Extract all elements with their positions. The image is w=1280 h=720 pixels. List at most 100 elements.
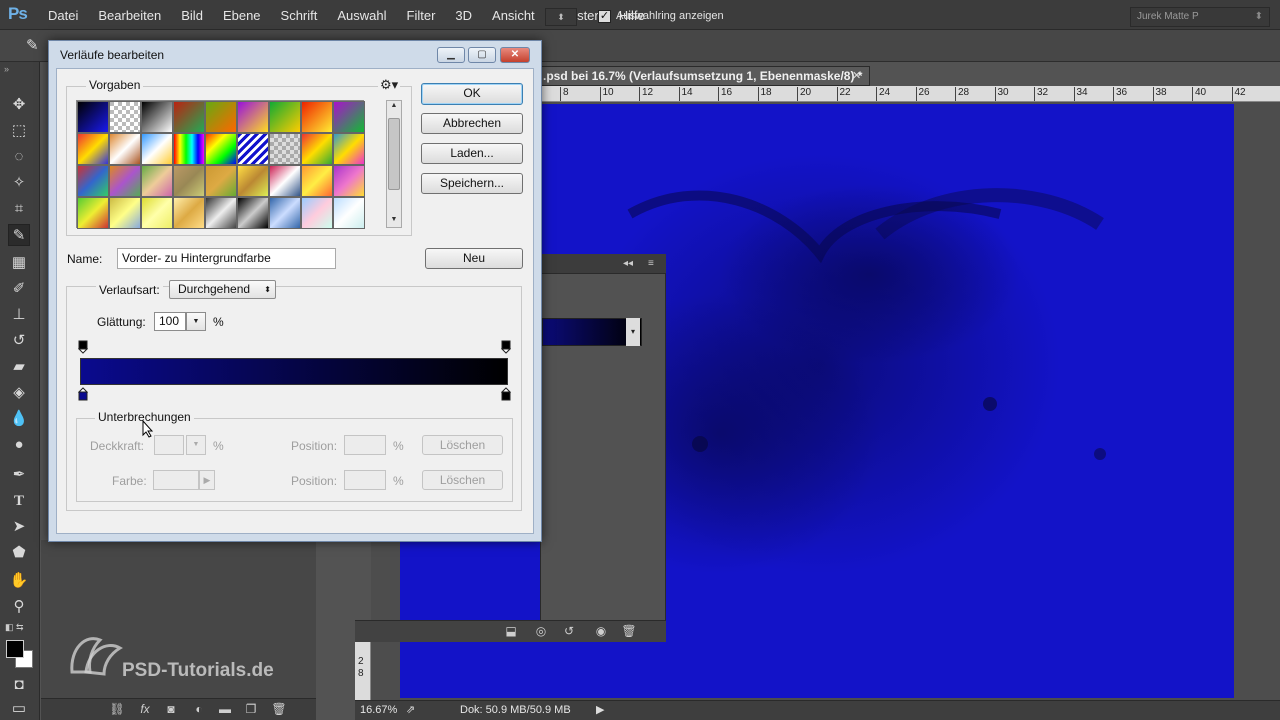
status-menu-arrow-icon[interactable]: ▶ — [596, 703, 604, 716]
default-colors-icon[interactable]: ◧ ⇆ — [5, 622, 24, 633]
load-button[interactable]: Laden... — [421, 143, 523, 164]
color-stop-right[interactable] — [501, 387, 511, 401]
color-stop-left[interactable] — [78, 387, 88, 401]
menu-ebene[interactable]: Ebene — [223, 8, 261, 23]
workspace-select[interactable]: Jurek Matte P ⬍ — [1130, 7, 1270, 27]
stop-color-swatch[interactable] — [153, 470, 199, 490]
healing-tool-icon[interactable]: ▦ — [8, 252, 30, 274]
cancel-button[interactable]: Abbrechen — [421, 113, 523, 134]
show-ring-checkbox[interactable]: ✓ — [598, 10, 611, 23]
menu-filter[interactable]: Filter — [407, 8, 436, 23]
scrollbar-thumb[interactable] — [388, 118, 400, 190]
preset-swatch[interactable] — [173, 165, 205, 197]
share-icon[interactable]: ⇗ — [406, 703, 415, 716]
menu-bearbeiten[interactable]: Bearbeiten — [98, 8, 161, 23]
preset-swatch[interactable] — [333, 197, 365, 229]
preset-swatch[interactable] — [141, 197, 173, 229]
collapse-panel-icon[interactable]: ◂◂ — [623, 258, 633, 269]
name-field[interactable]: Vorder- zu Hintergrundfarbe — [117, 248, 336, 269]
add-mask-icon[interactable]: ◙ — [162, 700, 180, 718]
gradient-preview-bar[interactable] — [80, 358, 508, 385]
menu-3d[interactable]: 3D — [455, 8, 472, 23]
preset-swatch[interactable] — [269, 101, 301, 133]
new-layer-icon[interactable]: ❐ — [242, 700, 260, 718]
eraser-tool-icon[interactable]: ▰ — [8, 356, 30, 378]
opacity-field[interactable] — [154, 435, 184, 455]
scroll-up-icon[interactable]: ▲ — [388, 102, 400, 109]
foreground-color-swatch[interactable] — [6, 640, 24, 658]
opacity-position-field[interactable] — [344, 435, 386, 455]
crop-tool-icon[interactable]: ⌗ — [8, 198, 30, 220]
preset-swatch[interactable] — [109, 165, 141, 197]
delete-adjustment-icon[interactable]: 🗑 — [620, 622, 638, 640]
view-previous-icon[interactable]: ◎ — [532, 622, 550, 640]
preset-swatch[interactable] — [205, 197, 237, 229]
menu-datei[interactable]: Datei — [48, 8, 78, 23]
scroll-down-icon[interactable]: ▼ — [388, 216, 400, 223]
preset-swatch[interactable] — [173, 101, 205, 133]
marquee-tool-icon[interactable]: ⬚ — [8, 120, 30, 142]
preset-swatch[interactable] — [141, 165, 173, 197]
delete-opacity-stop-button[interactable]: Löschen — [422, 435, 503, 455]
preset-swatch[interactable] — [205, 133, 237, 165]
gradient-type-select[interactable]: Durchgehend ⬍ — [169, 280, 276, 299]
gradient-dropdown-icon[interactable]: ▾ — [626, 318, 640, 346]
reset-icon[interactable]: ↺ — [560, 622, 578, 640]
preset-swatch[interactable] — [269, 133, 301, 165]
color-arrow-icon[interactable]: ▶ — [199, 470, 215, 490]
preset-swatch[interactable] — [237, 101, 269, 133]
preset-swatch[interactable] — [109, 197, 141, 229]
smoothness-dropdown-icon[interactable]: ▼ — [186, 312, 206, 331]
blur-tool-icon[interactable]: 💧 — [8, 408, 30, 430]
path-select-tool-icon[interactable]: ➤ — [8, 516, 30, 538]
preset-swatch[interactable] — [205, 165, 237, 197]
opacity-stop-right[interactable] — [501, 340, 511, 354]
save-button[interactable]: Speichern... — [421, 173, 523, 194]
preset-swatch[interactable] — [269, 165, 301, 197]
preset-swatch[interactable] — [333, 101, 365, 133]
menu-ansicht[interactable]: Ansicht — [492, 8, 535, 23]
group-folder-icon[interactable]: ▬ — [216, 700, 234, 718]
preset-swatch[interactable] — [301, 101, 333, 133]
menu-auswahl[interactable]: Auswahl — [337, 8, 386, 23]
pen-tool-icon[interactable]: ✒ — [8, 464, 30, 486]
menu-bild[interactable]: Bild — [181, 8, 203, 23]
preset-swatch[interactable] — [301, 197, 333, 229]
dialog-minimize-icon[interactable]: ▁ — [437, 47, 465, 63]
preset-swatch[interactable] — [77, 133, 109, 165]
preset-swatch[interactable] — [237, 133, 269, 165]
lasso-tool-icon[interactable]: ◌ — [8, 146, 30, 168]
preset-swatch[interactable] — [173, 133, 205, 165]
screen-mode-icon[interactable]: ▭ — [8, 698, 30, 720]
fx-icon[interactable]: fx — [136, 700, 154, 718]
collapse-toolbar-icon[interactable]: » — [4, 64, 9, 74]
preset-swatch[interactable] — [77, 165, 109, 197]
preset-swatch[interactable] — [333, 133, 365, 165]
preset-swatch[interactable] — [141, 101, 173, 133]
dodge-tool-icon[interactable]: ● — [8, 434, 30, 456]
preset-swatch[interactable] — [269, 197, 301, 229]
eyedropper-tool-icon[interactable]: ✎ — [8, 224, 30, 246]
ok-button[interactable]: OK — [421, 83, 523, 105]
gear-icon[interactable]: ⚙▾ — [378, 77, 401, 93]
preset-swatch[interactable] — [333, 165, 365, 197]
shape-tool-icon[interactable]: ⬟ — [8, 542, 30, 564]
quick-select-tool-icon[interactable]: ✧ — [8, 172, 30, 194]
preset-swatch[interactable] — [109, 101, 141, 133]
dialog-close-icon[interactable]: ✕ — [500, 47, 530, 63]
preset-swatch[interactable] — [205, 101, 237, 133]
stamp-tool-icon[interactable]: ⊥ — [8, 304, 30, 326]
dialog-maximize-icon[interactable]: ▢ — [468, 47, 496, 63]
trash-icon[interactable]: 🗑 — [270, 700, 288, 718]
menu-schrift[interactable]: Schrift — [281, 8, 318, 23]
preset-swatch[interactable] — [77, 101, 109, 133]
preset-swatch[interactable] — [301, 165, 333, 197]
preset-swatch[interactable] — [173, 197, 205, 229]
clip-to-layer-icon[interactable]: ⬓ — [502, 622, 520, 640]
preset-swatch[interactable] — [237, 197, 269, 229]
opacity-stop-left[interactable] — [78, 340, 88, 354]
preset-swatch[interactable] — [77, 197, 109, 229]
panel-menu-icon[interactable]: ≡ — [648, 258, 654, 269]
close-tab-icon[interactable]: ✕ — [852, 69, 861, 82]
paint-bucket-tool-icon[interactable]: ◈ — [8, 382, 30, 404]
